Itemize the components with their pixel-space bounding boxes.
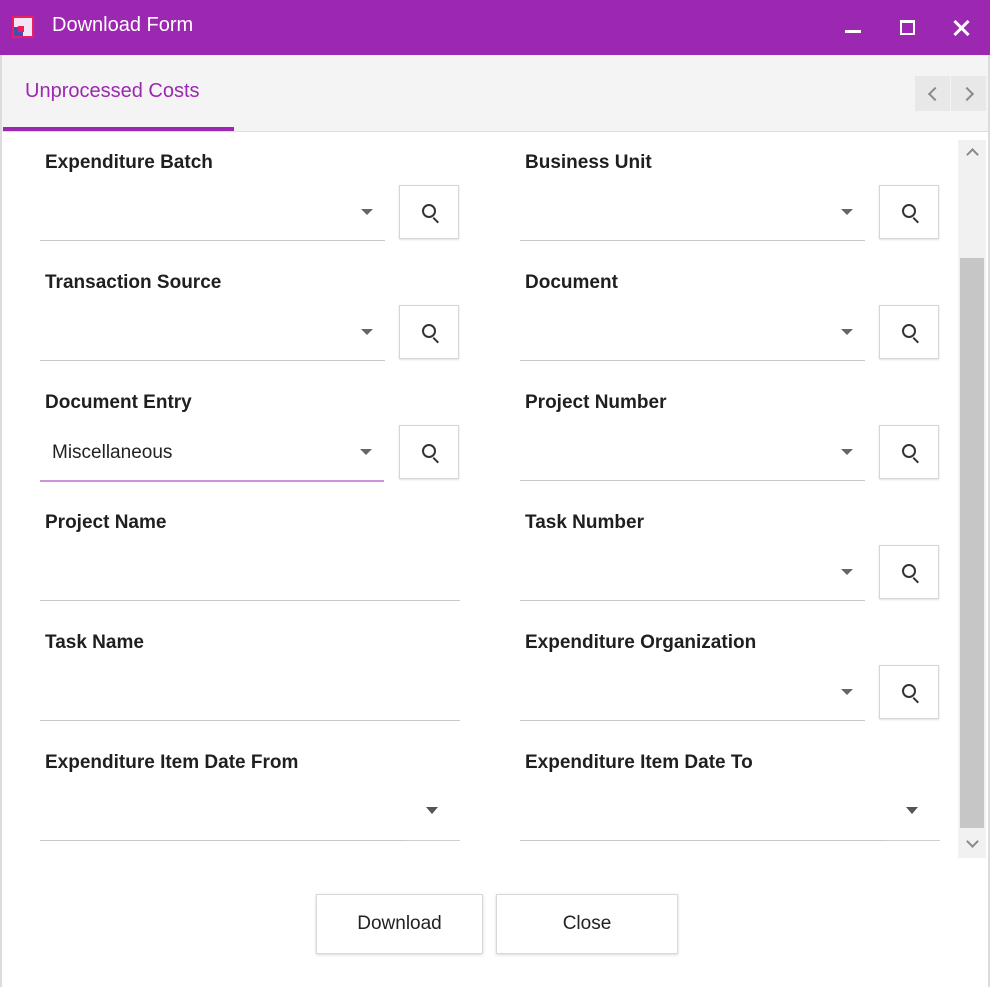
task-number-search-button[interactable]: [879, 545, 939, 599]
tab-unprocessed-costs[interactable]: Unprocessed Costs: [3, 55, 234, 131]
expenditure-item-date-to-field: Expenditure Item Date To: [520, 732, 950, 852]
dropdown-arrow-icon: [841, 329, 853, 335]
tab-scroll-left-button[interactable]: [915, 76, 950, 111]
close-window-button[interactable]: [934, 0, 988, 55]
document-entry-select[interactable]: Miscellaneous: [40, 422, 384, 482]
maximize-button[interactable]: [880, 0, 934, 55]
form-content: Expenditure Batch Business Unit Transact…: [2, 132, 958, 862]
tab-label: Unprocessed Costs: [25, 80, 200, 102]
dropdown-arrow-icon: [841, 449, 853, 455]
field-label: Task Name: [45, 632, 144, 653]
project-name-field: Project Name: [40, 492, 470, 612]
dropdown-arrow-icon: [361, 209, 373, 215]
field-label: Document: [525, 272, 618, 293]
dropdown-arrow-icon: [426, 807, 438, 814]
scroll-up-button[interactable]: [958, 142, 986, 162]
document-field: Document: [520, 252, 950, 372]
search-icon: [422, 204, 436, 218]
chevron-up-icon: [965, 148, 979, 161]
business-unit-field: Business Unit: [520, 132, 950, 252]
expenditure-item-date-to-picker[interactable]: [520, 782, 940, 841]
project-number-select[interactable]: [520, 422, 865, 481]
expenditure-organization-field: Expenditure Organization: [520, 612, 950, 732]
chevron-left-icon: [927, 86, 942, 101]
expenditure-batch-search-button[interactable]: [399, 185, 459, 239]
task-name-field: Task Name: [40, 612, 470, 732]
field-label: Expenditure Organization: [525, 632, 757, 653]
dropdown-arrow-icon: [906, 807, 918, 814]
download-button[interactable]: Download: [316, 894, 483, 954]
search-icon: [902, 564, 916, 578]
field-label: Expenditure Item Date To: [525, 752, 753, 773]
dropdown-arrow-icon: [361, 329, 373, 335]
field-label: Task Number: [525, 512, 644, 533]
maximize-icon: [899, 20, 915, 35]
field-label: Project Number: [525, 392, 667, 413]
minimize-icon: [845, 30, 861, 33]
task-number-field: Task Number: [520, 492, 950, 612]
expenditure-organization-search-button[interactable]: [879, 665, 939, 719]
tab-scroll-right-button[interactable]: [951, 76, 986, 111]
chevron-down-icon: [965, 835, 979, 848]
window-title: Download Form: [52, 14, 194, 36]
close-icon: [952, 19, 970, 37]
chevron-right-icon: [959, 86, 974, 101]
business-unit-select[interactable]: [520, 182, 865, 241]
field-label: Transaction Source: [45, 272, 222, 293]
task-number-select[interactable]: [520, 542, 865, 601]
close-button[interactable]: Close: [496, 894, 678, 954]
project-number-search-button[interactable]: [879, 425, 939, 479]
scrollbar-thumb[interactable]: [960, 258, 984, 828]
field-label: Business Unit: [525, 152, 652, 173]
dropdown-arrow-icon: [841, 569, 853, 575]
expenditure-batch-select[interactable]: [40, 182, 385, 241]
document-entry-search-button[interactable]: [399, 425, 459, 479]
minimize-button[interactable]: [826, 0, 880, 55]
expenditure-organization-select[interactable]: [520, 662, 865, 721]
search-icon: [422, 444, 436, 458]
project-name-input[interactable]: [40, 542, 460, 601]
document-search-button[interactable]: [879, 305, 939, 359]
business-unit-search-button[interactable]: [879, 185, 939, 239]
document-select[interactable]: [520, 302, 865, 361]
dropdown-arrow-icon: [841, 209, 853, 215]
document-entry-field: Document Entry Miscellaneous: [40, 372, 470, 492]
active-tab-indicator: [3, 127, 234, 131]
field-label: Expenditure Item Date From: [45, 752, 299, 773]
expenditure-item-date-from-field: Expenditure Item Date From: [40, 732, 470, 852]
title-bar: Download Form: [0, 0, 990, 55]
select-value: Miscellaneous: [52, 442, 173, 463]
dropdown-arrow-icon: [360, 449, 372, 455]
field-label: Expenditure Batch: [45, 152, 213, 173]
date-picker-toggle[interactable]: [406, 782, 460, 841]
transaction-source-search-button[interactable]: [399, 305, 459, 359]
search-icon: [902, 684, 916, 698]
search-icon: [902, 324, 916, 338]
search-icon: [422, 324, 436, 338]
vertical-scrollbar[interactable]: [958, 140, 986, 858]
search-icon: [902, 204, 916, 218]
expenditure-batch-field: Expenditure Batch: [40, 132, 470, 252]
tab-bar: Unprocessed Costs: [2, 55, 988, 132]
field-label: Document Entry: [45, 392, 192, 413]
scroll-down-button[interactable]: [958, 834, 986, 854]
dropdown-arrow-icon: [841, 689, 853, 695]
task-name-input[interactable]: [40, 662, 460, 721]
transaction-source-field: Transaction Source: [40, 252, 470, 372]
app-logo-icon: [12, 16, 34, 38]
project-number-field: Project Number: [520, 372, 950, 492]
field-label: Project Name: [45, 512, 167, 533]
transaction-source-select[interactable]: [40, 302, 385, 361]
date-picker-toggle[interactable]: [886, 782, 940, 841]
search-icon: [902, 444, 916, 458]
expenditure-item-date-from-picker[interactable]: [40, 782, 460, 841]
